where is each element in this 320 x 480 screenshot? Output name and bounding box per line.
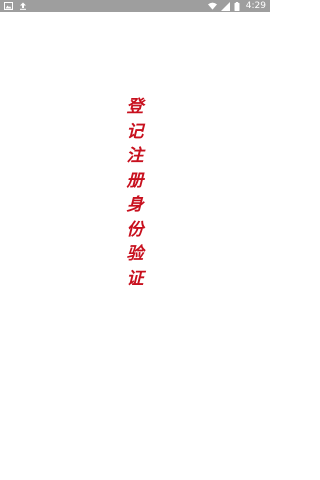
status-bar-system: 4:29: [207, 0, 266, 12]
title-char: 验: [126, 244, 144, 264]
title-char: 份: [126, 219, 144, 240]
title-char: 注: [126, 146, 144, 166]
status-bar-notifications: [4, 0, 27, 12]
title-char: 册: [126, 170, 144, 191]
title-char: 记: [126, 121, 144, 142]
vertical-title: 登 记 注 册 身 份 验 证: [0, 95, 270, 291]
signal-icon: [220, 1, 230, 11]
wifi-icon: [207, 2, 217, 11]
upload-notification-icon: [18, 2, 27, 11]
title-char: 证: [126, 268, 144, 289]
battery-icon: [234, 1, 240, 11]
title-char: 身: [126, 195, 144, 215]
image-notification-icon: [4, 2, 13, 11]
status-bar: 4:29: [0, 0, 270, 12]
splash-screen: 登 记 注 册 身 份 验 证: [0, 12, 270, 480]
status-time: 4:29: [245, 1, 266, 11]
title-char: 登: [126, 97, 144, 117]
